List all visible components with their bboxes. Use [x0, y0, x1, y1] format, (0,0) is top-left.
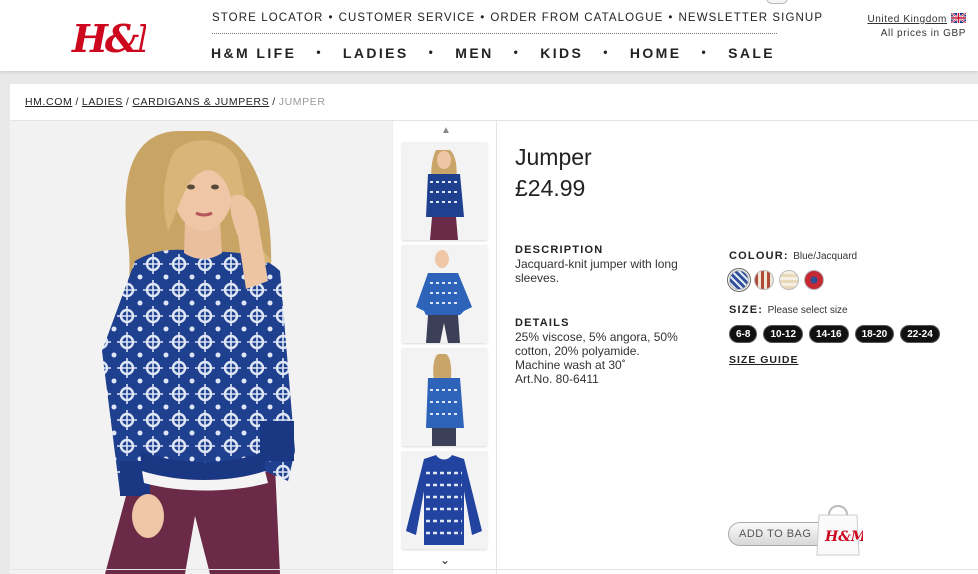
bag-tab[interactable]	[766, 0, 788, 4]
size-option-10-12[interactable]: 10-12	[763, 325, 804, 343]
util-link-store-locator[interactable]: STORE LOCATOR	[212, 12, 323, 24]
description-text: Jacquard-knit jumper with long sleeves.	[515, 257, 678, 285]
description-section: DESCRIPTION Jacquard-knit jumper with lo…	[515, 244, 705, 285]
size-hint: Please select size	[767, 305, 848, 316]
nav-item-home[interactable]: HOME	[630, 45, 682, 61]
divider	[496, 121, 497, 574]
product-page: HM.COM / LADIES / CARDIGANS & JUMPERS / JUMPER	[10, 84, 978, 574]
details-article-number: Art.No. 80-6411	[515, 372, 599, 386]
size-label: SIZE:	[729, 304, 764, 316]
thumbnail-model-back-image	[402, 348, 487, 446]
region-selector: United Kingdom All prices in GBP	[867, 13, 966, 39]
nav-item-kids[interactable]: KIDS	[540, 45, 583, 61]
size-guide-link[interactable]: SIZE GUIDE	[729, 354, 799, 366]
currency-note: All prices in GBP	[880, 28, 966, 39]
breadcrumb-cardigans[interactable]: CARDIGANS & JUMPERS	[132, 96, 269, 108]
util-link-order-catalogue[interactable]: ORDER FROM CATALOGUE	[490, 12, 663, 24]
main-product-image[interactable]	[10, 121, 392, 574]
country-link[interactable]: United Kingdom	[867, 14, 947, 25]
colour-value: Blue/Jacquard	[793, 251, 858, 262]
logo-text: H&M	[71, 16, 146, 61]
product-price: £24.99	[515, 175, 586, 201]
breadcrumb: HM.COM / LADIES / CARDIGANS & JUMPERS / JUMPER	[25, 96, 326, 108]
util-link-newsletter[interactable]: NEWSLETTER SIGNUP	[679, 12, 824, 24]
thumbnail-model-front-image	[402, 142, 487, 240]
bag-logo-text: H&M	[824, 529, 863, 545]
shopping-bag-icon[interactable]: H&M	[813, 501, 863, 557]
swatch-red-blue[interactable]	[804, 270, 824, 290]
details-label: DETAILS	[515, 317, 570, 329]
swatch-blue-jacquard[interactable]	[729, 270, 749, 290]
thumbnail-3[interactable]	[402, 348, 487, 446]
size-option-14-16[interactable]: 14-16	[809, 325, 849, 343]
thumbnail-2[interactable]	[402, 245, 487, 343]
breadcrumb-home[interactable]: HM.COM	[25, 96, 72, 108]
colour-label: COLOUR:	[729, 250, 789, 262]
nav-item-men[interactable]: MEN	[455, 45, 493, 61]
thumbnail-model-standing-image	[402, 245, 487, 343]
thumbnail-gallery: ▲ ⌄	[392, 121, 496, 574]
details-composition: 25% viscose, 5% angora, 50% cotton, 20% …	[515, 330, 678, 358]
nav-divider	[212, 33, 777, 34]
size-option-22-24[interactable]: 22-24	[900, 325, 940, 343]
description-label: DESCRIPTION	[515, 244, 604, 256]
nav-item-hm-life[interactable]: H&M LIFE	[211, 45, 296, 61]
chevron-down-icon[interactable]: ⌄	[440, 553, 450, 567]
breadcrumb-ladies[interactable]: LADIES	[82, 96, 123, 108]
nav-item-sale[interactable]: SALE	[728, 45, 775, 61]
details-care: Machine wash at 30˚	[515, 358, 626, 372]
site-header: H&M STORE LOCATOR•CUSTOMER SERVICE•ORDER…	[0, 0, 978, 71]
thumbnail-4[interactable]	[402, 451, 487, 549]
product-title: Jumper	[515, 144, 592, 170]
util-link-customer-service[interactable]: CUSTOMER SERVICE	[339, 12, 476, 24]
thumbnail-1[interactable]	[402, 142, 487, 240]
utility-nav: STORE LOCATOR • CUSTOMER SERVICE • ORDER FRO…	[212, 12, 824, 24]
nav-item-ladies[interactable]: LADIES	[343, 45, 409, 61]
model-wearing-jumper-image	[10, 121, 392, 574]
thumbnail-jumper-flat-image	[402, 451, 487, 549]
size-option-6-8[interactable]: 6-8	[729, 325, 758, 343]
size-option-18-20[interactable]: 18-20	[854, 325, 895, 343]
main-nav: H&M LIFE • LADIES • MEN • KIDS • HOME • SALE	[211, 45, 776, 61]
swatch-red-cream[interactable]	[754, 270, 774, 290]
chevron-up-icon[interactable]: ▲	[441, 125, 451, 136]
size-selector: SIZE: Please select size 6-8 10-12 14-16…	[729, 300, 940, 343]
colour-selector: COLOUR: Blue/Jacquard	[729, 246, 857, 290]
uk-flag-icon	[951, 13, 966, 23]
divider	[10, 569, 978, 570]
details-section: DETAILS 25% viscose, 5% angora, 50% cott…	[515, 317, 705, 386]
hm-logo[interactable]: H&M	[70, 10, 146, 64]
swatch-cream[interactable]	[779, 270, 799, 290]
breadcrumb-current: JUMPER	[278, 96, 326, 108]
